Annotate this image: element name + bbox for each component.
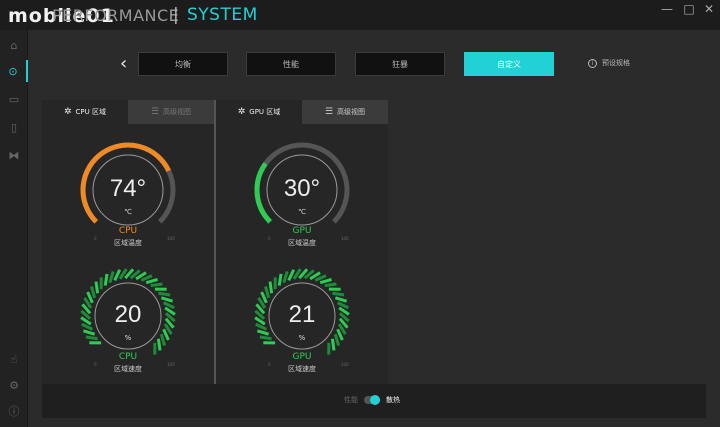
info-circle-icon: i [588,58,597,68]
fan-tick [90,286,97,299]
gpu-fan-unit: % [298,334,306,342]
toggle-performance-label: 性能 [344,396,358,404]
fan-tick [264,286,271,299]
gpu-temp-name: GPU [292,226,312,236]
fan-tick [94,281,100,294]
app-name: PERFORMANCE [52,6,180,25]
footer-bar: 性能 散热 [42,384,706,418]
minimize-button[interactable]: — [660,2,674,16]
gpu-panel-tabs: ✲ GPU 区域 ☰ 高级视图 [216,100,388,124]
fan-icon: ✲ [63,107,72,117]
cpu-temp-label: 区域温度 [114,239,142,247]
gpu-temp-max: 100 [341,236,349,241]
toggle-cooling-label: 散热 [386,396,400,404]
preset-spec-link[interactable]: i 预设规格 [588,58,630,68]
tab-gpu-advanced-label: 高级视图 [337,108,366,116]
info-icon[interactable]: ⓘ [0,400,28,422]
performance-cooling-toggle[interactable] [364,395,380,405]
mode-performance-button[interactable]: 性能 [246,52,336,76]
preset-spec-label: 预设规格 [602,59,630,67]
fan-tick [282,270,289,284]
title-bar: mobile01 PERFORMANCE | SYSTEM — □ ✕ [0,0,720,30]
fan-tick [158,291,171,297]
cpu-temp-max: 100 [167,236,175,241]
fan-tick [287,269,296,282]
sidebar: ⌂ ⊙ ▭ ▯ ⧓ ☝ ⚙ ⓘ [0,30,28,427]
cpu-fan-label: 区域速度 [114,365,142,373]
fan-tick [113,269,122,282]
gpu-fan-max: 100 [341,362,349,367]
fan-icon: ✲ [237,107,246,117]
fan-tick [108,270,115,284]
hand-icon[interactable]: ☝ [0,348,28,370]
sliders-icon: ☰ [324,107,334,117]
title-separator: | [173,5,179,25]
home-icon[interactable]: ⌂ [0,34,28,56]
mode-toggle-group: 性能 散热 [344,395,400,405]
cpu-panel: ✲ CPU 区域 ☰ 高级视图 74° ℃ CPU 区域温度 0 100 20 … [42,100,214,384]
cpu-panel-tabs: ✲ CPU 区域 ☰ 高级视图 [42,100,214,124]
gpu-temp-unit: ℃ [298,208,306,216]
cpu-temp-min: 0 [94,236,97,241]
mode-custom-button[interactable]: 自定义 [464,52,554,76]
fan-tick [150,282,163,288]
fan-tick [277,273,283,286]
fan-tick [103,273,109,286]
sliders-icon: ☰ [150,107,160,117]
gpu-fan-name: GPU [292,352,312,362]
cpu-fan-name: CPU [118,352,138,362]
fan-tick [324,282,337,288]
cpu-temp-name: CPU [118,226,138,236]
gpu-fan-value: 21 [288,301,316,328]
fan-tick [145,278,158,285]
cpu-temp-value: 74° [109,175,147,202]
gpu-fan-min: 0 [268,362,271,367]
tab-gpu-zone-label: GPU 区域 [249,108,281,116]
maximize-button[interactable]: □ [682,2,696,16]
cpu-temp-unit: ℃ [124,208,132,216]
tab-gpu-zone[interactable]: ✲ GPU 区域 [216,100,302,124]
fan-tick [319,278,332,285]
fan-tick [332,291,345,297]
mode-balanced-button[interactable]: 均衡 [138,52,228,76]
storage-icon[interactable]: ▯ [0,116,28,138]
cpu-fan-value: 20 [114,301,142,328]
performance-icon[interactable]: ⊙ [0,60,28,82]
tab-gpu-advanced[interactable]: ☰ 高级视图 [302,100,388,124]
fan-tick [268,281,274,294]
tab-cpu-zone-label: CPU 区域 [75,108,106,116]
gpu-fan-label: 区域速度 [288,365,316,373]
cpu-fan-unit: % [124,334,132,342]
display-icon[interactable]: ▭ [0,88,28,110]
close-button[interactable]: ✕ [702,2,716,16]
tab-cpu-zone[interactable]: ✲ CPU 区域 [42,100,128,124]
toggle-knob [370,395,380,405]
cpu-fan-min: 0 [94,362,97,367]
gpu-temp-min: 0 [268,236,271,241]
tab-cpu-advanced-label: 高级视图 [163,108,192,116]
settings-icon[interactable]: ⚙ [0,374,28,396]
gpu-temp-label: 区域温度 [288,239,316,247]
section-title: SYSTEM [187,5,258,25]
gpu-temp-value: 30° [283,175,321,202]
mode-turbo-button[interactable]: 狂暴 [355,52,445,76]
gpu-panel: ✲ GPU 区域 ☰ 高级视图 30° ℃ GPU 区域温度 0 100 21 … [216,100,388,384]
back-chevron-icon[interactable]: ‹ [120,53,127,74]
cpu-fan-max: 100 [167,362,175,367]
tab-cpu-advanced[interactable]: ☰ 高级视图 [128,100,214,124]
audio-icon[interactable]: ⧓ [0,144,28,166]
